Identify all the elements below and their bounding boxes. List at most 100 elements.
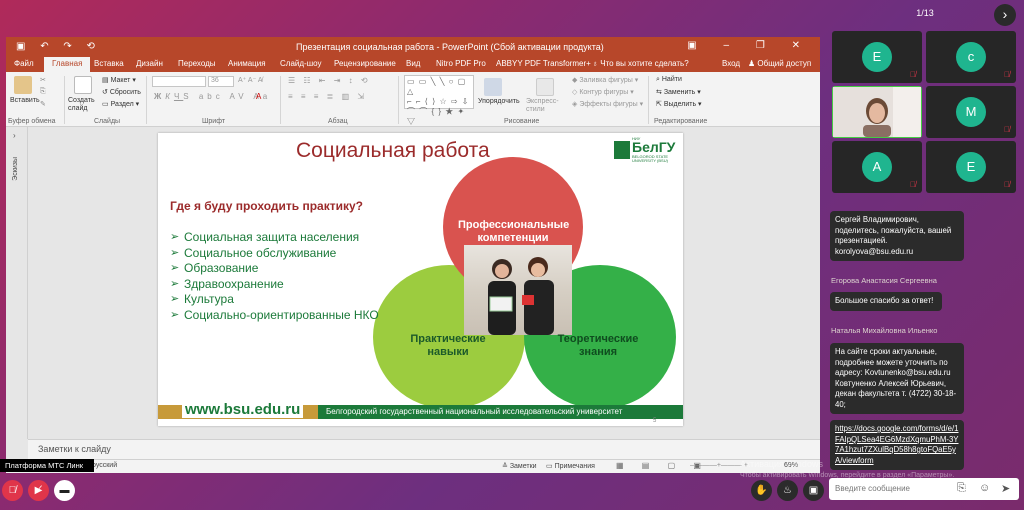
send-icon[interactable]: ➤ [1001,482,1010,495]
cut-icon[interactable]: ✂ [40,76,46,84]
avatar: A [862,152,892,182]
tab-view[interactable]: Вид [406,59,420,68]
chat-input-placeholder: Введите сообщение [835,484,910,493]
mic-toggle-button[interactable]: 🎙̸ [2,480,23,501]
sign-in-link[interactable]: Вход [722,59,740,68]
participant-tile[interactable]: E 🎙̸ [832,31,922,83]
chat-input[interactable]: Введите сообщение ⎘ ☺ ➤ [829,478,1019,500]
font-style-buttons[interactable]: ЖКЧS abc AV Aa [154,92,271,101]
section-button[interactable]: ▭ Раздел ▾ [102,100,139,108]
tab-file[interactable]: Файл [14,59,34,68]
tab-design[interactable]: Дизайн [136,59,163,68]
separator [64,76,65,124]
ribbon: Вставить ✂ ⎘ ✎ Буфер обмена Создать слай… [6,72,820,127]
attach-icon[interactable]: ⎘ [957,482,966,495]
camera-off-icon: ▶̸ [34,485,43,496]
tab-animations[interactable]: Анимация [228,59,266,68]
emoji-icon[interactable]: ☺ [979,482,990,494]
reset-button[interactable]: ↺ Сбросить [102,88,141,96]
layout-button[interactable]: ▣ [803,480,824,501]
list-item: ➢ Социально-ориентированные НКО [170,307,379,322]
quick-styles-icon [536,78,554,96]
thumbnails-label: Эскизы [12,157,19,181]
tab-nitro[interactable]: Nitro PDF Pro [436,59,486,68]
hand-icon: ✋ [755,485,768,496]
group-editing-label: Редактирование [654,118,708,125]
window-controls[interactable]: ▣ – ❐ ✕ [687,40,812,51]
shape-effects-button[interactable]: ◈ Эффекты фигуры ▾ [572,100,643,108]
replace-button[interactable]: ⇆ Заменить ▾ [656,88,701,96]
copy-icon[interactable]: ⎘ [40,88,46,96]
students-photo [464,245,572,335]
screen-share-button[interactable]: ▬ [54,480,75,501]
mic-off-icon: 🎙̸ [8,485,17,496]
mic-off-icon: 🎙̸ [910,180,916,189]
slide[interactable]: Социальная работа БелГУ НИУ BELGOROD STA… [158,133,683,426]
bullet-list: ➢ Социальная защита населения ➢ Социальное… [170,230,380,323]
separator [648,76,649,124]
next-page-button[interactable]: › [994,4,1016,26]
arrange-icon [484,78,502,96]
notes-toggle[interactable]: ≙ Заметки [502,462,537,470]
lightbulb-icon: ♁ [592,59,601,68]
chat-message: Большое спасибо за ответ! [830,292,942,311]
expand-icon[interactable]: › [13,131,16,140]
platform-label: Платформа МТС Линк [0,459,94,472]
font-name-input[interactable] [152,76,206,87]
tab-transitions[interactable]: Переходы [178,59,216,68]
thumbnails-pane[interactable]: › Эскизы [6,127,28,439]
font-grow-shrink[interactable]: A⁺ A⁻ A̸ [238,76,263,84]
tab-insert[interactable]: Вставка [94,59,124,68]
layout-button[interactable]: ▤ Макет ▾ [102,76,136,84]
find-button[interactable]: ⌕ Найти [656,76,682,84]
shape-outline-button[interactable]: ◇ Контур фигуры ▾ [572,88,634,96]
slide-canvas: Социальная работа БелГУ НИУ BELGOROD STA… [28,127,820,439]
raise-hand-button[interactable]: ✋ [751,480,772,501]
select-button[interactable]: ⇱ Выделить ▾ [656,100,702,108]
new-slide-button[interactable]: Создать слайд [68,97,98,113]
participant-tile[interactable]: c 🎙̸ [926,31,1016,83]
arrow-bullet-icon: ➢ [170,246,180,259]
font-color-button[interactable]: A [256,92,261,101]
arrow-bullet-icon: ➢ [170,277,180,290]
slide-number: 5 [653,418,657,424]
participant-tile[interactable]: E 🎙̸ [926,141,1016,193]
participant-tile[interactable]: A 🎙̸ [832,141,922,193]
list-buttons[interactable]: ☰ ☷ ⇤ ⇥ ↕ ⟲ [288,76,371,85]
avatar: c [956,42,986,72]
powerpoint-window: ▣ ↶ ↷ ⟲ Презентация социальная работа - … [6,37,820,473]
mic-off-icon: 🎙̸ [1004,180,1010,189]
reactions-button[interactable]: ♨ [777,480,798,501]
shape-fill-button[interactable]: ◆ Заливка фигуры ▾ [572,76,638,84]
tell-me-search[interactable]: ♁ Что вы хотите сделать? [592,59,689,68]
share-button[interactable]: ♟ Общий доступ [748,59,811,68]
notes-pane[interactable]: Заметки к слайду [28,439,820,459]
ppt-title-bar: ▣ ↶ ↷ ⟲ Презентация социальная работа - … [6,37,820,57]
comments-toggle[interactable]: ▭ Примечания [546,462,595,470]
tab-review[interactable]: Рецензирование [334,59,396,68]
mic-off-icon: 🎙̸ [1004,70,1010,79]
shapes-gallery[interactable]: ▭ ▭ ╲ ╲ ○ ▢ △ ⌐ ⌐ ⟨ ⟩ ☆ ⇨ ⇩ ⌒ ⌒ { } ★ ✦ ▽ [404,75,474,126]
tab-slideshow[interactable]: Слайд-шоу [280,59,321,68]
slide-url: www.bsu.edu.ru [182,401,304,418]
chat-message: На сайте сроки актуальные, подробнее мож… [830,343,964,414]
tab-home[interactable]: Главная [44,57,91,72]
slide-question: Где я буду проходить практику? [170,199,363,213]
camera-toggle-button[interactable]: ▶̸ [28,480,49,501]
group-drawing-label: Рисование [504,118,540,125]
participant-tile-camera[interactable] [832,86,922,138]
font-size-input[interactable]: 36 [208,76,234,87]
university-logo: БелГУ НИУ BELGOROD STATE UNIVERSITY (BSU… [614,136,676,165]
align-buttons[interactable]: ≡ ≡ ≡ ≣ ▥ ⇲ [288,92,367,101]
new-slide-icon [74,76,92,94]
list-item: ➢ Образование [170,261,259,275]
arrange-button[interactable]: Упорядочить [478,98,520,105]
tab-abbyy[interactable]: ABBYY PDF Transformer+ [496,59,591,68]
participant-tile[interactable]: M 🎙̸ [926,86,1016,138]
group-font-label: Шрифт [202,118,226,125]
quick-styles-button[interactable]: Экспресс-стили [526,98,566,114]
format-painter-icon[interactable]: ✎ [40,100,46,108]
paste-button[interactable]: Вставить [10,97,40,104]
quick-access-toolbar[interactable]: ▣ ↶ ↷ ⟲ [16,41,101,52]
mic-off-icon: 🎙̸ [910,70,916,79]
